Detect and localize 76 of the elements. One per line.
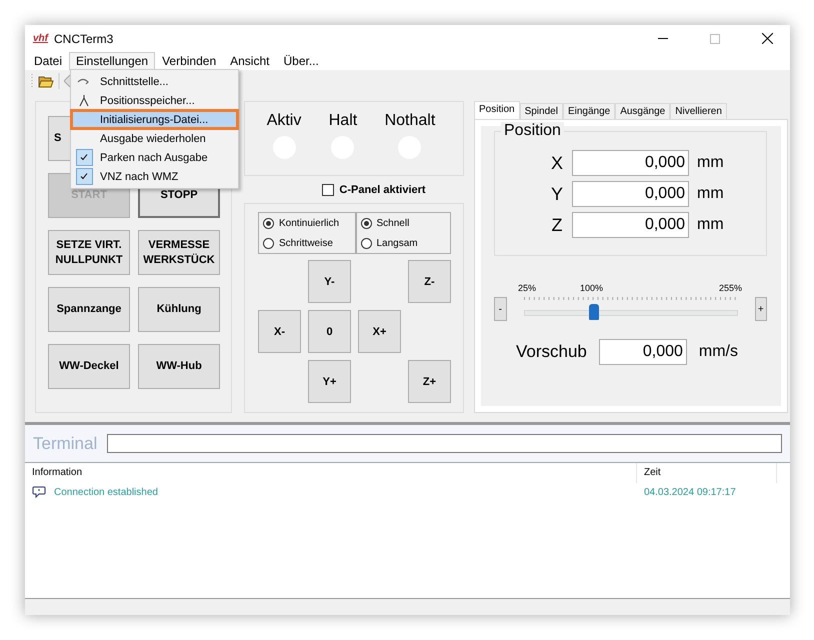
tab[interactable]: Eingänge <box>562 103 616 119</box>
jog-button[interactable]: X- <box>258 310 301 353</box>
tab[interactable]: Position <box>474 101 520 119</box>
scale-label: 25% <box>518 283 536 293</box>
control-button[interactable]: SETZE VIRT. NULLPUNKT <box>48 230 130 275</box>
position-field[interactable]: 0,000 <box>572 181 689 207</box>
status-label: Aktiv <box>266 112 302 130</box>
menu-entry[interactable]: Ausgabe wiederholen <box>71 129 238 148</box>
curve-icon <box>77 76 91 86</box>
radio-button[interactable] <box>360 218 372 228</box>
increase-button[interactable]: + <box>754 297 767 321</box>
radio-label: Kontinuierlich <box>279 218 340 228</box>
menu-item[interactable]: Einstellungen <box>69 52 156 70</box>
position-field[interactable]: 0,000 <box>572 212 689 238</box>
menu-item[interactable]: Über... <box>276 52 326 70</box>
feed-field[interactable]: 0,000 <box>598 339 687 365</box>
control-button[interactable]: WW-Hub <box>138 344 220 389</box>
slider-thumb[interactable] <box>589 304 600 320</box>
radio-label: Schnell <box>376 218 410 228</box>
radio-label: Langsam <box>376 238 418 248</box>
speech-bubble-icon <box>32 486 46 498</box>
axis-label: Z <box>550 214 564 236</box>
menu-entry[interactable]: Parken nach Ausgabe <box>71 148 238 167</box>
control-button[interactable]: Kühlung <box>138 287 220 332</box>
app-logo: vhf <box>33 33 48 44</box>
check-icon <box>76 168 92 185</box>
tab[interactable]: Nivellieren <box>670 103 727 119</box>
radio-button[interactable] <box>360 238 372 248</box>
unit-label: mm <box>697 154 724 172</box>
column-header[interactable]: Information <box>25 463 637 483</box>
checkbox[interactable] <box>322 184 334 196</box>
jog-button[interactable]: Y- <box>308 260 351 303</box>
column-header[interactable]: Zeit <box>637 463 777 483</box>
menu-item[interactable]: Verbinden <box>155 52 224 70</box>
scale-label: 255% <box>719 283 742 293</box>
status-label: Halt <box>328 112 358 130</box>
menu-entry[interactable]: Initialisierungs-Datei... <box>71 110 238 129</box>
control-button[interactable]: WW-Deckel <box>48 344 130 389</box>
control-button[interactable]: Spannzange <box>48 287 130 332</box>
log-time: 04.03.2024 09:17:17 <box>644 486 736 498</box>
terminal-input[interactable] <box>107 434 782 453</box>
log-message: Connection established <box>54 486 158 498</box>
scale-label: 100% <box>580 283 604 293</box>
unit-label: mm <box>697 185 724 203</box>
jog-button[interactable]: X+ <box>358 310 401 353</box>
radio-button[interactable] <box>263 238 274 248</box>
status-label: Nothalt <box>384 112 436 130</box>
terminal-label: Terminal <box>33 434 98 454</box>
open-folder-icon[interactable] <box>38 74 54 88</box>
check-icon <box>76 149 92 166</box>
jog-button[interactable]: Z+ <box>408 360 451 403</box>
jog-button[interactable]: Y+ <box>308 360 351 403</box>
unit-label: mm <box>697 216 724 234</box>
axis-label: X <box>550 152 564 174</box>
feed-label: Vorschub <box>516 342 587 362</box>
menu-entry[interactable]: Schnittstelle... <box>71 72 238 91</box>
axis-label: Y <box>550 184 564 204</box>
menu-item[interactable]: Datei <box>27 52 70 70</box>
menu-entry[interactable]: Positionsspeicher... <box>71 91 238 110</box>
toolbar-separator <box>58 73 60 89</box>
checkbox-label: C-Panel aktiviert <box>339 184 426 196</box>
radio-label: Schrittweise <box>279 238 333 248</box>
position-field[interactable]: 0,000 <box>572 150 689 176</box>
window-title: CNCTerm3 <box>54 32 114 46</box>
unit-label: mm/s <box>698 343 738 361</box>
compass-icon <box>79 94 89 107</box>
jog-button[interactable]: 0 <box>308 310 351 353</box>
menu-item[interactable]: Ansicht <box>223 52 276 70</box>
radio-button[interactable] <box>263 218 274 228</box>
close-icon[interactable] <box>762 33 772 44</box>
decrease-button[interactable]: - <box>494 297 506 321</box>
tab[interactable]: Ausgänge <box>615 103 670 119</box>
jog-button[interactable]: Z- <box>408 260 451 303</box>
toolbar-grip[interactable] <box>31 74 34 88</box>
control-button[interactable]: VERMESSE WERKSTÜCK <box>138 230 220 275</box>
tab[interactable]: Spindel <box>520 103 563 119</box>
